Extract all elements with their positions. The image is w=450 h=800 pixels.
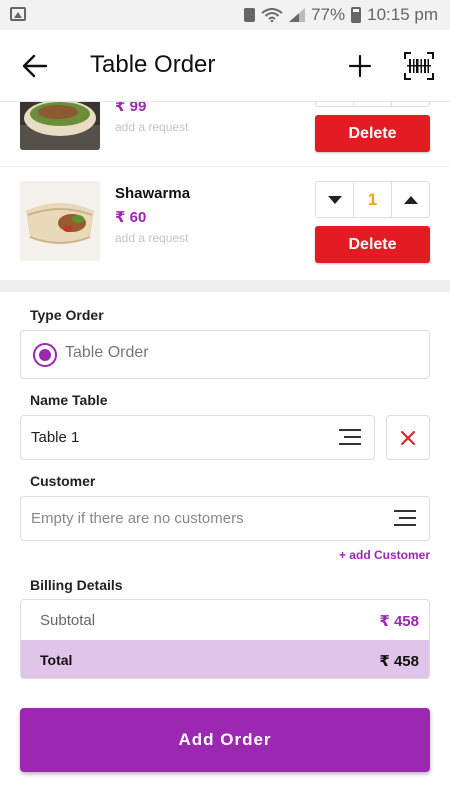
quantity-value: 1 xyxy=(353,182,392,217)
name-table-field[interactable]: Table 1 xyxy=(20,415,375,460)
page-title: Table Order xyxy=(90,51,216,78)
item-name: Shawarma xyxy=(115,185,191,202)
signal-icon xyxy=(289,8,306,22)
increase-button[interactable] xyxy=(392,182,429,217)
close-icon xyxy=(401,430,415,445)
status-icons: 77% 10:15 pm xyxy=(244,5,438,25)
food-thumbnail xyxy=(20,102,100,150)
caret-down-icon xyxy=(327,195,342,204)
add-order-button[interactable]: Add Order xyxy=(20,708,430,772)
app-bar: Table Order xyxy=(0,30,450,102)
billing-details-label: Billing Details xyxy=(30,577,123,593)
name-table-label: Name Table xyxy=(30,392,108,408)
list-menu-icon[interactable] xyxy=(394,510,416,526)
quantity-stepper xyxy=(315,102,430,107)
wifi-icon xyxy=(261,8,283,22)
item-price: ₹ 60 xyxy=(115,209,147,226)
quantity-stepper: 1 xyxy=(315,181,430,218)
customer-label: Customer xyxy=(30,473,96,489)
clear-table-button[interactable] xyxy=(386,415,430,460)
customer-field[interactable]: Empty if there are no customers xyxy=(20,496,430,541)
quantity-value xyxy=(353,102,392,106)
food-thumbnail xyxy=(20,181,100,261)
cart-item: Shawarma ₹ 60 add a request 1 Delete xyxy=(0,168,450,278)
add-customer-link[interactable]: + add Customer xyxy=(339,548,430,562)
subtotal-row: Subtotal ₹ 458 xyxy=(21,600,429,640)
increase-button[interactable] xyxy=(392,102,429,106)
cart-list: ₹ 99 add a request Delete Shawarma ₹ 60 … xyxy=(0,102,450,280)
list-menu-icon[interactable] xyxy=(339,429,361,445)
image-icon xyxy=(10,7,26,21)
type-order-label: Type Order xyxy=(30,307,104,323)
sim-icon xyxy=(244,8,256,22)
item-price: ₹ 99 xyxy=(115,102,147,115)
clock: 10:15 pm xyxy=(367,5,438,24)
battery-percent: 77% xyxy=(311,5,346,24)
back-arrow-icon[interactable] xyxy=(20,52,50,80)
type-order-value: Table Order xyxy=(65,344,149,361)
total-row: Total ₹ 458 xyxy=(21,640,429,678)
total-value: ₹ 458 xyxy=(379,653,419,670)
radio-selected-icon[interactable] xyxy=(33,343,57,367)
cart-item: ₹ 99 add a request Delete xyxy=(0,102,450,167)
subtotal-label: Subtotal xyxy=(40,612,96,629)
billing-table: Subtotal ₹ 458 Total ₹ 458 xyxy=(20,599,430,679)
section-divider xyxy=(0,280,450,292)
battery-icon xyxy=(351,7,362,23)
name-table-value: Table 1 xyxy=(31,429,80,446)
decrease-button[interactable] xyxy=(316,182,353,217)
add-request-link[interactable]: add a request xyxy=(115,120,188,134)
decrease-button[interactable] xyxy=(316,102,353,106)
total-label: Total xyxy=(40,652,73,668)
barcode-scan-icon[interactable] xyxy=(403,51,435,81)
subtotal-value: ₹ 458 xyxy=(379,613,419,630)
type-order-option[interactable]: Table Order xyxy=(20,330,430,379)
plus-icon[interactable] xyxy=(346,52,374,80)
customer-placeholder: Empty if there are no customers xyxy=(31,510,244,527)
delete-button[interactable]: Delete xyxy=(315,226,430,263)
add-request-link[interactable]: add a request xyxy=(115,231,188,245)
delete-button[interactable]: Delete xyxy=(315,115,430,152)
caret-up-icon xyxy=(403,195,418,204)
status-bar: 77% 10:15 pm xyxy=(0,0,450,30)
